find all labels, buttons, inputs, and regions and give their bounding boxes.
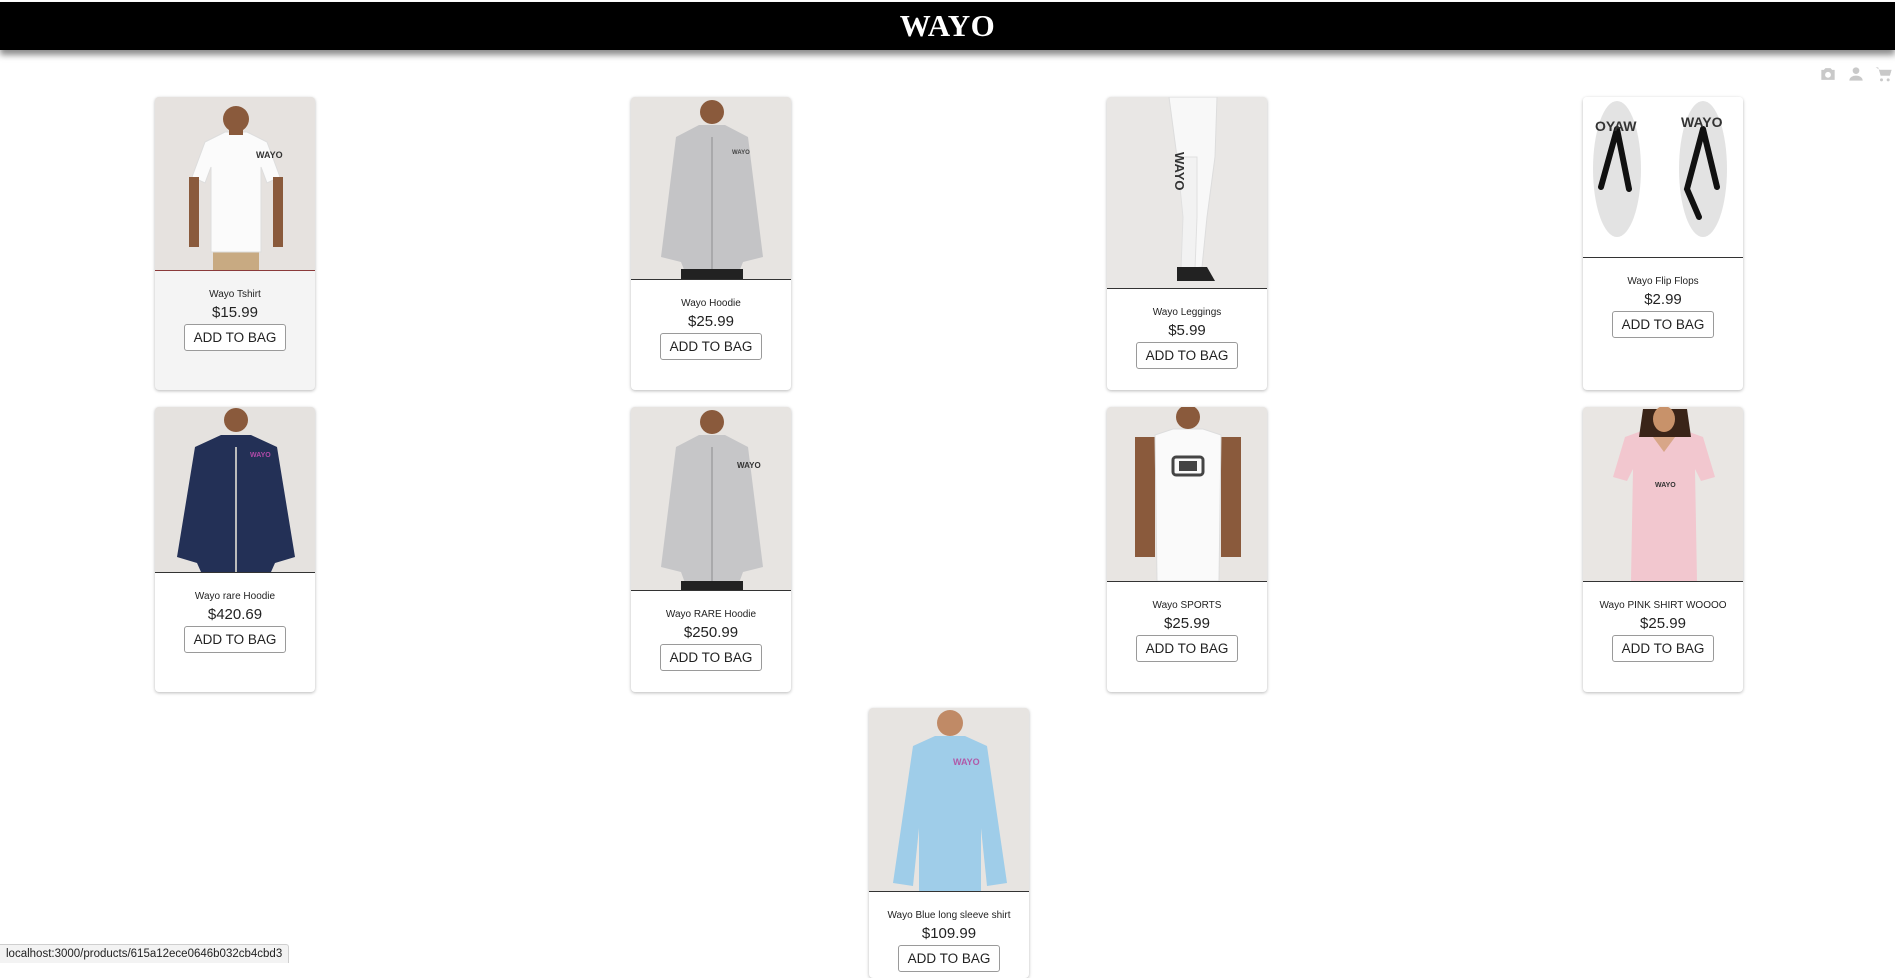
svg-text:OYAW: OYAW: [1595, 118, 1637, 134]
product-image[interactable]: OYAW WAYO: [1583, 97, 1743, 258]
product-card-flip-flops[interactable]: OYAW WAYO Wayo Flip Flops $2.99 ADD TO B…: [1583, 97, 1743, 390]
product-image[interactable]: WAYO: [631, 97, 791, 280]
product-price: $2.99: [1644, 291, 1682, 308]
product-image[interactable]: WAYO: [155, 97, 315, 271]
header-icons: [1817, 64, 1895, 84]
product-name[interactable]: Wayo Flip Flops: [1583, 276, 1743, 287]
product-card-blue-shirt[interactable]: WAYO Wayo Blue long sleeve shirt $109.99…: [869, 708, 1029, 978]
product-price: $5.99: [1168, 322, 1206, 339]
product-price: $420.69: [207, 606, 263, 623]
product-image[interactable]: WAYO: [869, 708, 1029, 892]
product-image[interactable]: WAYO: [631, 407, 791, 591]
brand-title[interactable]: WAYO: [900, 8, 996, 44]
product-card-rare-hoodie-2[interactable]: WAYO Wayo RARE Hoodie $250.99 ADD TO BAG: [631, 407, 791, 692]
svg-text:WAYO: WAYO: [250, 452, 271, 459]
product-name[interactable]: Wayo Tshirt: [155, 289, 315, 300]
product-card-hoodie[interactable]: WAYO Wayo Hoodie $25.99 ADD TO BAG: [631, 97, 791, 390]
product-name[interactable]: Wayo Leggings: [1107, 307, 1267, 318]
product-price: $15.99: [212, 304, 258, 321]
product-image[interactable]: WAYO: [1583, 407, 1743, 582]
product-card-sports[interactable]: Wayo SPORTS $25.99 ADD TO BAG: [1107, 407, 1267, 692]
add-to-bag-button[interactable]: ADD TO BAG: [183, 626, 287, 653]
product-name[interactable]: Wayo rare Hoodie: [155, 591, 315, 602]
product-card-rare-hoodie[interactable]: WAYO Wayo rare Hoodie $420.69 ADD TO BAG: [155, 407, 315, 692]
cart-icon[interactable]: [1873, 64, 1895, 84]
product-price: $250.99: [683, 624, 739, 641]
svg-text:WAYO: WAYO: [256, 150, 283, 160]
add-to-bag-button[interactable]: ADD TO BAG: [659, 333, 763, 360]
product-card-tshirt[interactable]: WAYO Wayo Tshirt $15.99 ADD TO BAG: [155, 97, 315, 390]
camera-icon[interactable]: [1817, 64, 1839, 84]
add-to-bag-button[interactable]: ADD TO BAG: [1135, 635, 1239, 662]
product-name[interactable]: Wayo Blue long sleeve shirt: [869, 910, 1029, 921]
product-price: $25.99: [688, 313, 734, 330]
product-card-pink-shirt[interactable]: WAYO Wayo PINK SHIRT WOOOO $25.99 ADD TO…: [1583, 407, 1743, 692]
product-name[interactable]: Wayo Hoodie: [631, 298, 791, 309]
add-to-bag-button[interactable]: ADD TO BAG: [659, 644, 763, 671]
product-image[interactable]: WAYO: [155, 407, 315, 573]
svg-text:WAYO: WAYO: [953, 757, 980, 767]
product-price: $109.99: [921, 925, 977, 942]
svg-text:WAYO: WAYO: [1681, 114, 1723, 130]
add-to-bag-button[interactable]: ADD TO BAG: [183, 324, 287, 351]
product-image[interactable]: [1107, 407, 1267, 582]
product-image[interactable]: WAYO: [1107, 97, 1267, 289]
product-name[interactable]: Wayo PINK SHIRT WOOOO: [1583, 600, 1743, 611]
user-icon[interactable]: [1845, 64, 1867, 84]
add-to-bag-button[interactable]: ADD TO BAG: [1611, 635, 1715, 662]
product-name[interactable]: Wayo RARE Hoodie: [631, 609, 791, 620]
site-header: WAYO: [0, 2, 1895, 50]
svg-text:WAYO: WAYO: [1655, 482, 1676, 489]
product-price: $25.99: [1640, 615, 1686, 632]
add-to-bag-button[interactable]: ADD TO BAG: [897, 945, 1001, 972]
add-to-bag-button[interactable]: ADD TO BAG: [1611, 311, 1715, 338]
product-price: $25.99: [1164, 615, 1210, 632]
browser-status-url: localhost:3000/products/615a12ece0646b03…: [0, 944, 290, 963]
product-card-leggings[interactable]: WAYO Wayo Leggings $5.99 ADD TO BAG: [1107, 97, 1267, 390]
product-name[interactable]: Wayo SPORTS: [1107, 600, 1267, 611]
svg-text:WAYO: WAYO: [732, 150, 750, 156]
add-to-bag-button[interactable]: ADD TO BAG: [1135, 342, 1239, 369]
svg-text:WAYO: WAYO: [1172, 152, 1187, 191]
svg-text:WAYO: WAYO: [737, 461, 761, 470]
